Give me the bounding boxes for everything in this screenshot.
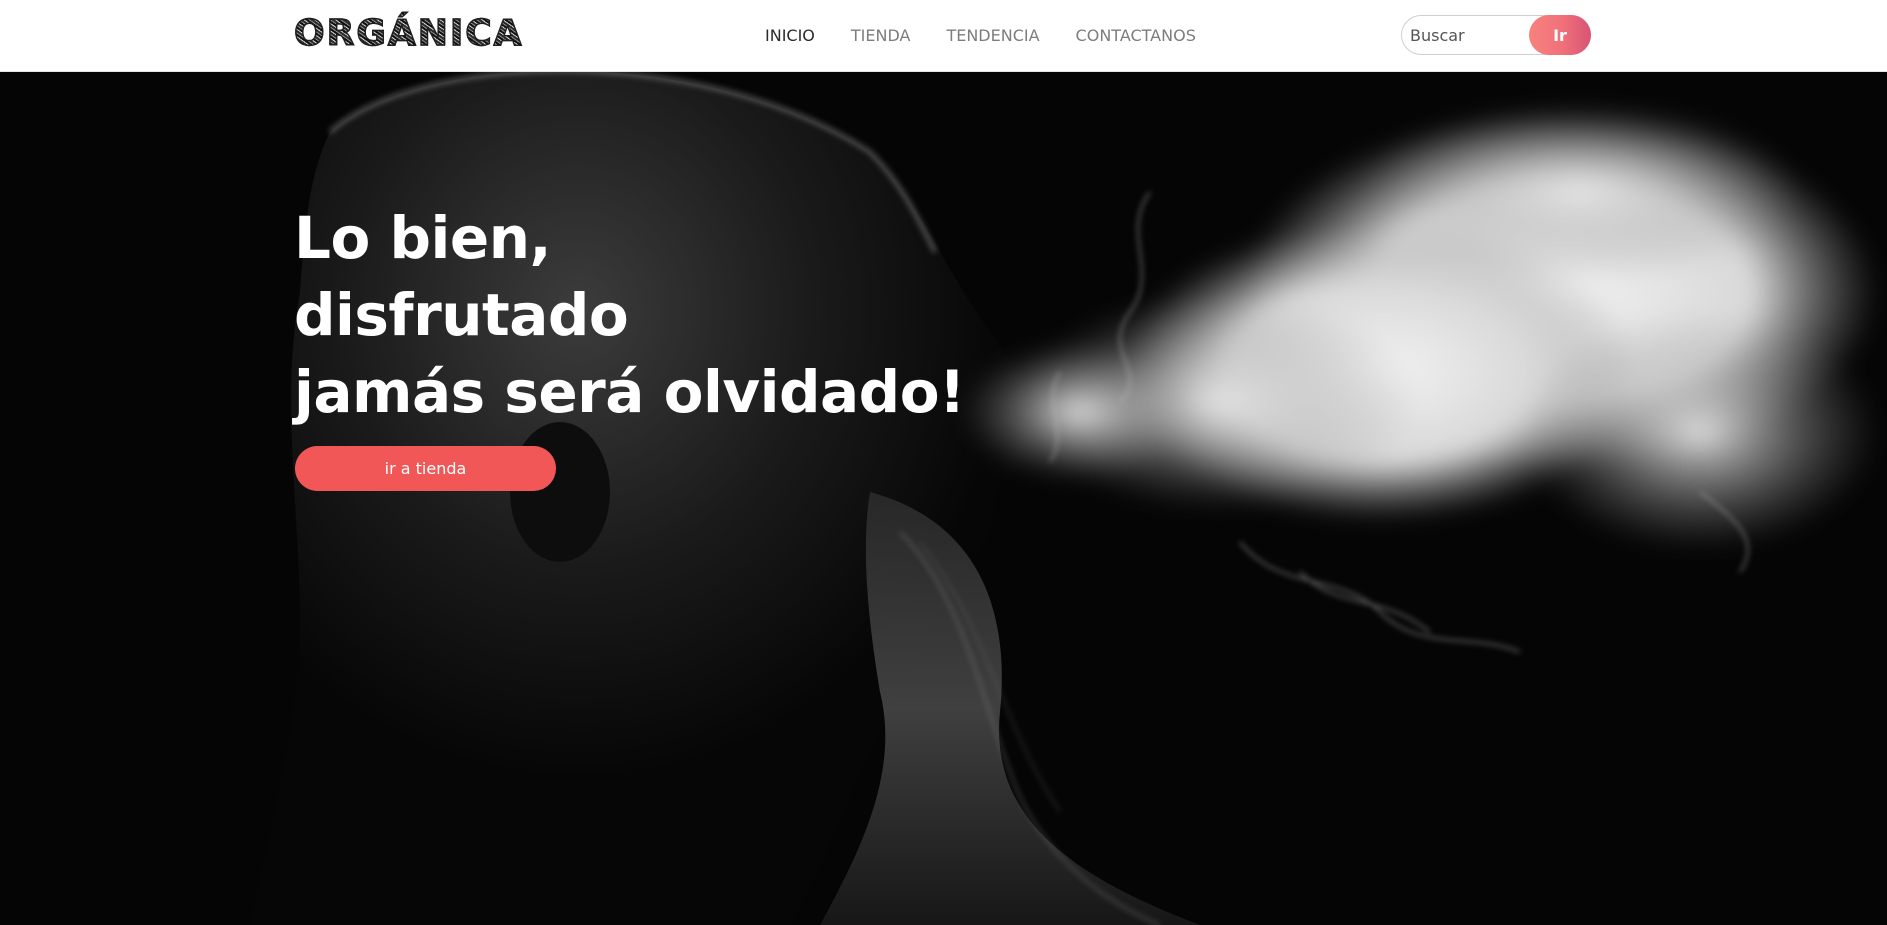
nav-item-tendencia[interactable]: TENDENCIA: [946, 26, 1039, 46]
nav-item-inicio[interactable]: INICIO: [765, 26, 815, 46]
hero-headline-line-1: Lo bien,: [294, 204, 552, 272]
brand-logo[interactable]: ORGÁNICA: [293, 12, 524, 56]
nav-item-tienda[interactable]: TIENDA: [851, 26, 911, 46]
hero-banner: Lo bien, disfrutado jamás será olvidado!…: [0, 72, 1887, 925]
main-nav: INICIO TIENDA TENDENCIA CONTACTANOS: [765, 0, 1232, 72]
nav-item-contactanos[interactable]: CONTACTANOS: [1076, 26, 1196, 46]
hero-headline-line-3: jamás será olvidado!: [294, 358, 966, 426]
go-to-shop-button[interactable]: ir a tienda: [295, 446, 556, 491]
search-form: Ir: [1401, 15, 1591, 55]
search-button[interactable]: Ir: [1529, 15, 1591, 55]
top-navbar: ORGÁNICA INICIO TIENDA TENDENCIA CONTACT…: [0, 0, 1887, 72]
hero-headline-line-2: disfrutado: [294, 281, 629, 349]
hero-headline: Lo bien, disfrutado jamás será olvidado!: [294, 200, 966, 431]
